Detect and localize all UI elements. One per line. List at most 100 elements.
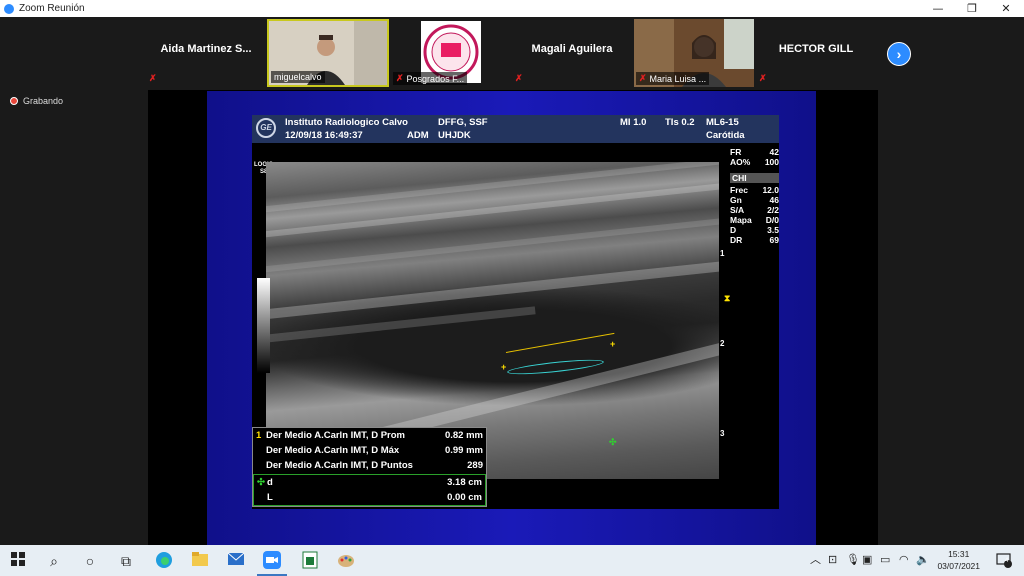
participant-video-tile[interactable]: miguelcalvo (267, 19, 389, 87)
ultrasound-screen: GE Instituto Radiologico Calvo 12/09/18 … (252, 115, 779, 509)
search-icon[interactable]: ⌕ (44, 551, 64, 571)
spreadsheet-icon[interactable] (300, 551, 320, 571)
mode-label: CHI (732, 173, 747, 183)
depth-mark: 2 (720, 339, 725, 348)
participant-tile[interactable]: HECTOR GILL ✗ (757, 19, 875, 87)
notifications-icon[interactable]: 4 (996, 552, 1012, 568)
taskbar: ⌕ ○ ⧉ ︿ ⊡ 🎙 ▣ ▭ ◠ 🔈 15:31 03/07/2021 4 (0, 545, 1024, 576)
volume-icon[interactable]: 🔈 (916, 552, 930, 568)
measurement-index (256, 443, 266, 458)
param-key: D (730, 225, 737, 235)
participant-name: miguelcalvo (274, 72, 322, 82)
title-bar: Zoom Reunión — ❐ ✕ (0, 0, 1024, 17)
measurement-label: Der Medio A.Carln IMT, D Puntos (266, 460, 413, 471)
file-explorer-icon[interactable] (190, 551, 210, 571)
param-key: S/A (730, 205, 745, 215)
mechanical-index: MI 1.0 (620, 117, 647, 128)
close-button[interactable]: ✕ (989, 0, 1023, 17)
meet-now-icon[interactable]: ⊡ (828, 552, 837, 568)
recording-icon (10, 97, 18, 105)
caliper-end-icon: + (610, 339, 616, 349)
edge-browser-icon[interactable] (154, 551, 174, 571)
caliper-cross-icon: ✣ (609, 437, 617, 447)
participant-label: miguelcalvo (271, 71, 325, 83)
param-key: Gn (730, 195, 742, 205)
param-value: 42 (769, 147, 779, 157)
param-key: Mapa (730, 215, 752, 225)
patient-id: UHJDK (438, 130, 471, 141)
recording-indicator[interactable]: Grabando (10, 96, 63, 106)
participant-label: ✗ Posgrados F... (393, 72, 468, 85)
distance-row: L 0.00 cm (254, 490, 485, 505)
distance-value: 0.00 cm (447, 492, 482, 503)
thermal-index: TIs 0.2 (665, 117, 695, 128)
recording-label: Grabando (23, 96, 64, 106)
restore-button[interactable]: ❐ (955, 0, 989, 17)
measurement-row: Der Medio A.Carln IMT, D Máx 0.99 mm (253, 443, 486, 458)
depth-scale: 1 ⧗ 2 3 (720, 249, 732, 479)
cortana-icon[interactable]: ○ (80, 551, 100, 571)
system-clock[interactable]: 15:31 03/07/2021 (937, 548, 980, 572)
measurement-value: 0.99 mm (444, 445, 483, 456)
mic-muted-icon: ✗ (639, 73, 647, 83)
measurement-label: Der Medio A.Carln IMT, D Máx (266, 445, 400, 456)
participant-name: Posgrados F... (406, 73, 465, 84)
microphone-icon[interactable]: 🎙 (846, 552, 860, 568)
mic-muted-icon: ✗ (759, 73, 767, 83)
participant-name: HECTOR GILL (778, 43, 854, 55)
clock-time: 15:31 (948, 549, 970, 559)
institute-name: Instituto Radiologico Calvo (285, 117, 408, 128)
zoom-app-icon (4, 3, 14, 14)
measurement-value: 289 (467, 460, 483, 471)
distance-label: L (267, 492, 273, 503)
task-view-icon[interactable]: ⧉ (116, 551, 136, 571)
measurement-index (256, 458, 266, 473)
notification-count: 4 (1005, 558, 1009, 564)
measurement-value: 0.82 mm (444, 430, 483, 441)
focus-marker-icon: ⧗ (724, 293, 731, 303)
window-title: Zoom Reunión (19, 3, 85, 14)
mail-icon[interactable] (226, 551, 246, 571)
chevron-up-icon[interactable]: ︿ (810, 552, 821, 568)
zoom-taskbar-icon[interactable] (262, 551, 282, 571)
paint-icon[interactable] (336, 551, 356, 571)
imaging-parameters: FR 42 AO% 100 CHI Frec 12.0 Gn 46 S/A 2/2 Map… (730, 147, 779, 245)
operator: ADM (407, 130, 429, 141)
distance-index: ✣ (257, 477, 265, 488)
mic-muted-icon: ✗ (149, 73, 157, 83)
participant-label: ✗ Maria Luisa ... (636, 72, 710, 85)
participant-tile[interactable]: Aida Martinez S... ✗ (147, 19, 265, 87)
measurement-line (505, 332, 615, 353)
depth-mark: 3 (720, 429, 725, 438)
param-row: D 3.5 (730, 225, 779, 235)
measurement-row: Der Medio A.Carln IMT, D Puntos 289 (253, 458, 486, 473)
param-row: FR 42 (730, 147, 779, 157)
participant-video-tile[interactable]: ✗ Maria Luisa ... (634, 19, 754, 87)
camera-icon[interactable]: ▣ (862, 552, 872, 568)
grayscale-bar (257, 278, 270, 373)
windows-start-icon[interactable] (8, 551, 28, 571)
measurement-panel: 1 Der Medio A.Carln IMT, D Prom 0.82 mm … (252, 427, 487, 507)
param-row: AO% 100 (730, 157, 779, 167)
battery-icon[interactable]: ▭ (880, 552, 890, 568)
measurement-row: 1 Der Medio A.Carln IMT, D Prom 0.82 mm (253, 428, 486, 443)
distance-label: d (267, 477, 273, 488)
param-key: Frec (730, 185, 748, 195)
preset-name: Carótida (706, 130, 745, 141)
participant-name: Magali Aguilera (531, 43, 613, 55)
chevron-right-icon[interactable]: › (887, 42, 911, 66)
ultrasound-header: GE Instituto Radiologico Calvo 12/09/18 … (252, 115, 779, 143)
measurement-index: 1 (256, 430, 262, 441)
depth-mark: 1 (720, 249, 725, 258)
wifi-icon[interactable]: ◠ (899, 552, 909, 568)
param-value: 100 (764, 157, 779, 167)
mic-muted-icon: ✗ (515, 73, 523, 83)
participant-video-tile[interactable]: ✗ Posgrados F... (391, 19, 509, 87)
param-key: DR (730, 235, 743, 245)
participant-tile[interactable]: Magali Aguilera ✗ (513, 19, 631, 87)
param-row: Mapa D/0 (730, 215, 779, 225)
minimize-button[interactable]: — (921, 0, 955, 17)
param-value: D/0 (765, 215, 779, 225)
distance-panel: ✣ d 3.18 cm L 0.00 cm (253, 474, 486, 506)
param-row: S/A 2/2 (730, 205, 779, 215)
